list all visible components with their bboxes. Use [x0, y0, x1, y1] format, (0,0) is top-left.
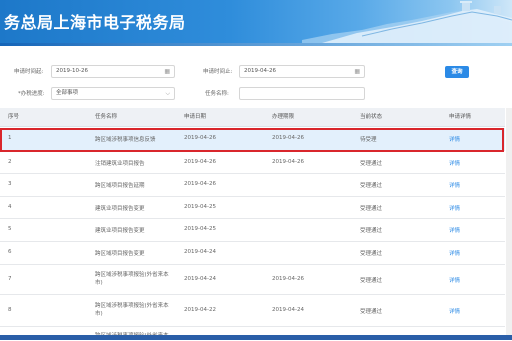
detail-link[interactable]: 详情	[449, 135, 460, 143]
banner-divider	[0, 43, 512, 46]
row-task-name: 跨区域涉税事项报验(外省来本市)	[95, 272, 169, 286]
table-row[interactable]: 1 跨区域涉税事项信息反馈 2019-04-26 2019-04-26 待受理 …	[0, 128, 505, 151]
detail-link[interactable]: 详情	[449, 249, 460, 257]
col-header-detail: 申请详情	[449, 114, 472, 120]
detail-link[interactable]: 详情	[449, 159, 460, 167]
col-header-apply-date: 申请日期	[184, 114, 207, 120]
query-button[interactable]: 查询	[445, 66, 469, 78]
row-status: 受理通过	[360, 183, 383, 189]
apply-end-value: 2019-04-26	[244, 68, 276, 74]
apply-start-field[interactable]: 2019-10-26 ▦	[51, 65, 175, 78]
apply-start-value: 2019-10-26	[56, 68, 88, 74]
row-status: 受理通过	[360, 278, 383, 284]
row-deadline: 2019-04-26	[272, 276, 304, 282]
row-no: 6	[8, 249, 12, 255]
col-header-no: 序号	[8, 114, 20, 120]
row-deadline: 2019-04-24	[272, 307, 304, 313]
taskbar	[0, 335, 512, 340]
table-row[interactable]: 6 跨区域项目报告变更 2019-04-24 受理通过 详情	[0, 242, 505, 265]
table-row[interactable]: 8 跨区域涉税事项报验(外省来本市) 2019-04-22 2019-04-24…	[0, 295, 505, 327]
scrollbar[interactable]	[506, 108, 512, 340]
row-status: 受理通过	[360, 309, 383, 315]
task-name-input[interactable]	[239, 87, 365, 100]
row-task-name: 跨区域项目报告变更	[95, 251, 145, 257]
col-header-deadline: 办理期限	[272, 114, 295, 120]
detail-link[interactable]: 详情	[449, 226, 460, 234]
col-header-status: 当前状态	[360, 114, 383, 120]
row-no: 5	[8, 226, 12, 232]
status-label: *办税进度:	[18, 91, 45, 97]
apply-end-label: 申请时间止:	[203, 69, 233, 75]
row-status: 受理通过	[360, 228, 383, 234]
row-no: 2	[8, 159, 12, 165]
row-status: 受理通过	[360, 206, 383, 212]
row-no: 1	[8, 135, 12, 141]
row-task-name: 建筑业项目报告变更	[95, 206, 145, 212]
row-apply-date: 2019-04-25	[184, 204, 216, 210]
row-task-name: 建筑业项目报告变更	[95, 228, 145, 234]
table-header: 序号 任务名称 申请日期 办理期限 当前状态 申请详情	[0, 108, 505, 127]
table-row[interactable]: 2 注销建筑业项目报告 2019-04-26 2019-04-26 受理通过 详…	[0, 152, 505, 174]
row-apply-date: 2019-04-26	[184, 135, 216, 141]
table-row[interactable]: 4 建筑业项目报告变更 2019-04-25 受理通过 详情	[0, 197, 505, 219]
row-no: 4	[8, 204, 12, 210]
row-no: 7	[8, 276, 12, 282]
header-banner: 务总局上海市电子税务局	[0, 0, 512, 43]
table-row[interactable]: 7 跨区域涉税事项报验(外省来本市) 2019-04-24 2019-04-26…	[0, 265, 505, 295]
row-apply-date: 2019-04-24	[184, 276, 216, 282]
calendar-icon[interactable]: ▦	[164, 66, 170, 77]
row-apply-date: 2019-04-26	[184, 159, 216, 165]
task-name-label: 任务名称:	[205, 91, 229, 97]
apply-start-label: 申请时间起:	[14, 69, 44, 75]
row-status: 待受理	[360, 137, 377, 143]
detail-link[interactable]: 详情	[449, 204, 460, 212]
detail-link[interactable]: 详情	[449, 307, 460, 315]
row-no: 3	[8, 181, 12, 187]
row-status: 受理通过	[360, 161, 383, 167]
calendar-icon[interactable]: ▦	[354, 66, 360, 77]
detail-link[interactable]: 详情	[449, 276, 460, 284]
detail-link[interactable]: 详情	[449, 181, 460, 189]
row-apply-date: 2019-04-26	[184, 181, 216, 187]
table-row[interactable]: 3 跨区域项目报告延期 2019-04-26 受理通过 详情	[0, 174, 505, 197]
row-task-name: 注销建筑业项目报告	[95, 161, 145, 167]
status-select-value: 全部事项	[56, 90, 79, 96]
row-apply-date: 2019-04-24	[184, 249, 216, 255]
row-task-name: 跨区域涉税事项报验(外省来本市)	[95, 303, 169, 317]
row-apply-date: 2019-04-25	[184, 226, 216, 232]
chevron-down-icon: ⌵	[165, 90, 170, 97]
row-deadline: 2019-04-26	[272, 159, 304, 165]
page-title: 务总局上海市电子税务局	[4, 13, 186, 32]
apply-end-field[interactable]: 2019-04-26 ▦	[239, 65, 365, 78]
status-select[interactable]: 全部事项 ⌵	[51, 87, 175, 100]
row-no: 8	[8, 307, 12, 313]
row-apply-date: 2019-04-22	[184, 307, 216, 313]
filter-row-status: *办税进度: 全部事项 ⌵ 任务名称:	[0, 86, 512, 102]
row-deadline: 2019-04-26	[272, 135, 304, 141]
row-status: 受理通过	[360, 251, 383, 257]
filter-row-dates: 申请时间起: 2019-10-26 ▦ 申请时间止: 2019-04-26 ▦	[0, 64, 512, 80]
col-header-name: 任务名称	[95, 114, 118, 120]
row-task-name: 跨区域项目报告延期	[95, 183, 145, 189]
row-task-name: 跨区域涉税事项信息反馈	[95, 137, 156, 143]
great-wall-illustration	[302, 1, 512, 43]
table-row[interactable]: 5 建筑业项目报告变更 2019-04-25 受理通过 详情	[0, 219, 505, 242]
